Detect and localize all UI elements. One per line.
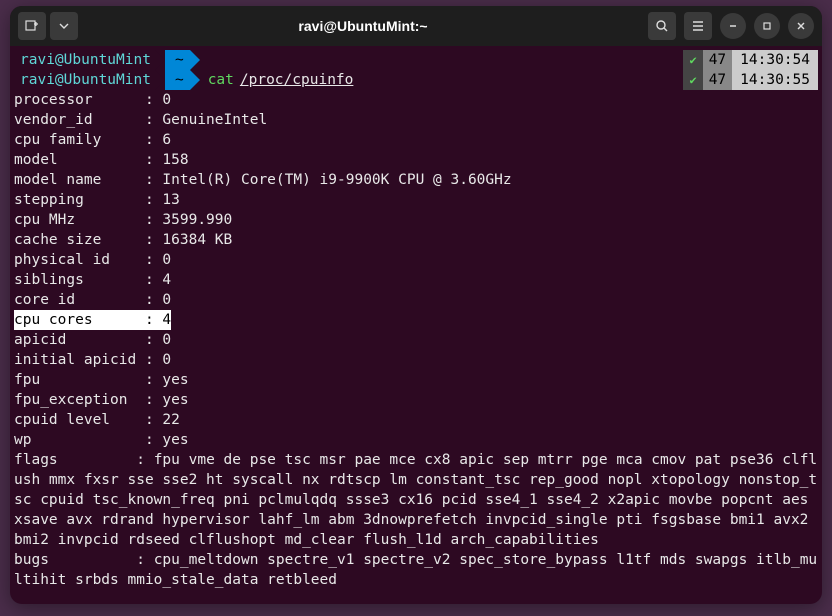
- cpuinfo-row: processor : 0: [14, 90, 818, 110]
- check-icon: ✔: [683, 70, 702, 90]
- terminal-body[interactable]: ravi@UbuntuMint~✔4714:30:54ravi@UbuntuMi…: [10, 46, 822, 604]
- cpuinfo-key: model: [14, 150, 145, 170]
- cpuinfo-row: initial apicid : 0: [14, 350, 818, 370]
- cpuinfo-row: cpuid level : 22: [14, 410, 818, 430]
- window-title: ravi@UbuntuMint:~: [86, 18, 640, 34]
- status-badge: 47: [703, 50, 732, 70]
- cpuinfo-key: physical id: [14, 250, 145, 270]
- command-name: cat: [208, 70, 234, 90]
- cpuinfo-key: fpu: [14, 370, 145, 390]
- prompt-status: ✔4714:30:54: [683, 50, 818, 70]
- cpuinfo-row: core id : 0: [14, 290, 818, 310]
- cpuinfo-row: fpu : yes: [14, 370, 818, 390]
- minimize-button[interactable]: [720, 13, 746, 39]
- prompt-status: ✔4714:30:55: [683, 70, 818, 90]
- cpuinfo-key-highlight: cpu cores: [14, 310, 145, 330]
- cpuinfo-key: initial apicid: [14, 350, 145, 370]
- cpuinfo-row: cpu MHz : 3599.990: [14, 210, 818, 230]
- prompt-user: ravi@UbuntuMint: [14, 70, 157, 90]
- maximize-button[interactable]: [754, 13, 780, 39]
- cpuinfo-key: model name: [14, 170, 145, 190]
- cpuinfo-row: physical id : 0: [14, 250, 818, 270]
- cpuinfo-key: apicid: [14, 330, 145, 350]
- cpuinfo-key: cpu MHz: [14, 210, 145, 230]
- flags-line: flags : fpu vme de pse tsc msr pae mce c…: [14, 450, 818, 550]
- cpuinfo-key: core id: [14, 290, 145, 310]
- search-button[interactable]: [648, 12, 676, 40]
- cpuinfo-row: vendor_id : GenuineIntel: [14, 110, 818, 130]
- bugs-line: bugs : cpu_meltdown spectre_v1 spectre_v…: [14, 550, 818, 590]
- cpuinfo-row: model : 158: [14, 150, 818, 170]
- cpuinfo-row: cache size : 16384 KB: [14, 230, 818, 250]
- titlebar-right: [648, 12, 814, 40]
- check-icon: ✔: [683, 50, 702, 70]
- prompt-path: ~: [165, 70, 190, 90]
- terminal-window: ravi@UbuntuMint:~ ravi@UbuntuMint ~ ✔4714:…: [10, 6, 822, 604]
- prompt-line: ravi@UbuntuMint ~ ✔4714:30:54: [14, 50, 818, 70]
- cpuinfo-row: cpu cores : 4: [14, 310, 818, 330]
- titlebar: ravi@UbuntuMint:~: [10, 6, 822, 46]
- status-badge: 47: [703, 70, 732, 90]
- cpuinfo-key: stepping: [14, 190, 145, 210]
- cpuinfo-key: processor: [14, 90, 145, 110]
- prompt-path: ~: [165, 50, 190, 70]
- new-tab-button[interactable]: [18, 12, 46, 40]
- prompt-line: ravi@UbuntuMint ~ cat/proc/cpuinfo ✔4714:30…: [14, 70, 818, 90]
- prompt-user: ravi@UbuntuMint: [14, 50, 157, 70]
- timestamp: 14:30:54: [732, 50, 818, 70]
- cpuinfo-key: siblings: [14, 270, 145, 290]
- cpuinfo-key: cpu family: [14, 130, 145, 150]
- cpuinfo-row: apicid : 0: [14, 330, 818, 350]
- cpuinfo-key: vendor_id: [14, 110, 145, 130]
- cpuinfo-key: wp: [14, 430, 145, 450]
- close-button[interactable]: [788, 13, 814, 39]
- cpuinfo-row: cpu family : 6: [14, 130, 818, 150]
- cpuinfo-row: wp : yes: [14, 430, 818, 450]
- cpuinfo-row: siblings : 4: [14, 270, 818, 290]
- timestamp: 14:30:55: [732, 70, 818, 90]
- cpuinfo-key: cache size: [14, 230, 145, 250]
- cpuinfo-row: fpu_exception : yes: [14, 390, 818, 410]
- cpuinfo-key: cpuid level: [14, 410, 145, 430]
- cpuinfo-row: model name : Intel(R) Core(TM) i9-9900K …: [14, 170, 818, 190]
- titlebar-left: [18, 12, 78, 40]
- command-arg: /proc/cpuinfo: [240, 70, 354, 90]
- cpuinfo-key: fpu_exception: [14, 390, 145, 410]
- cpuinfo-row: stepping : 13: [14, 190, 818, 210]
- dropdown-button[interactable]: [50, 12, 78, 40]
- menu-button[interactable]: [684, 12, 712, 40]
